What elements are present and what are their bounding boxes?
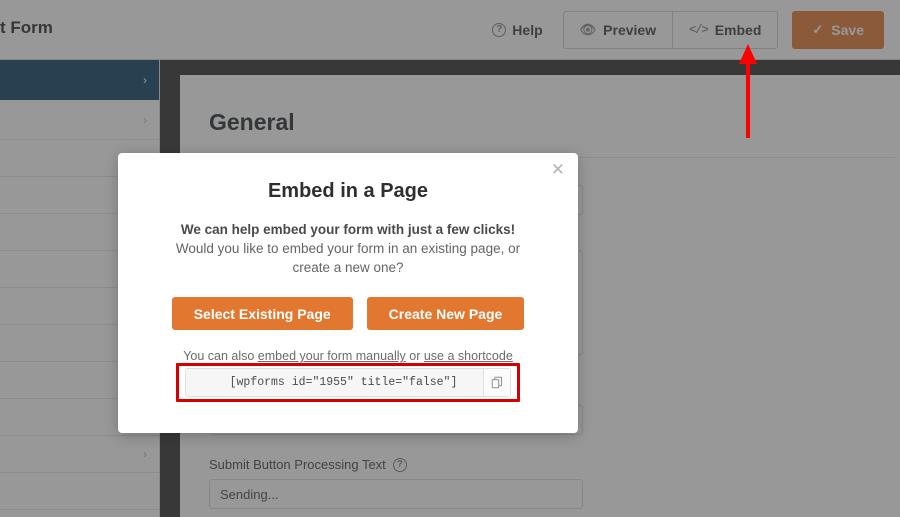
dark-topbar xyxy=(180,60,900,75)
page-title: General xyxy=(209,109,295,135)
manual-embed-text: You can also embed your form manually or… xyxy=(118,349,578,363)
sidebar-item-11[interactable] xyxy=(0,473,159,510)
chevron-right-icon: › xyxy=(143,447,147,461)
shortcode-value: [wpforms id="1955" title="false"] xyxy=(229,376,458,389)
embed-button[interactable]: </> Embed xyxy=(672,12,777,48)
manual-embed-middle: or xyxy=(405,349,424,363)
use-shortcode-link[interactable]: use a shortcode xyxy=(424,349,513,363)
save-button[interactable]: ✓ Save xyxy=(792,11,884,49)
top-toolbar: ntact Form ? Help 👁 Preview </> Embed xyxy=(0,0,900,60)
select-existing-page-button[interactable]: Select Existing Page xyxy=(171,297,353,330)
modal-subtitle: We can help embed your form with just a … xyxy=(118,220,578,277)
manual-embed-prefix: You can also xyxy=(183,349,258,363)
copy-icon[interactable] xyxy=(483,369,510,396)
preview-embed-group: 👁 Preview </> Embed xyxy=(562,11,779,49)
chevron-right-icon: › xyxy=(143,72,147,87)
create-new-page-button[interactable]: Create New Page xyxy=(366,297,525,330)
submit-processing-text-input[interactable]: Sending... xyxy=(209,479,583,509)
app-root: ntact Form ? Help 👁 Preview </> Embed xyxy=(0,0,900,517)
shortcode-field[interactable]: [wpforms id="1955" title="false"] xyxy=(185,368,511,397)
eye-icon: 👁 xyxy=(579,22,597,37)
help-button-label: Help xyxy=(512,22,543,38)
question-circle-icon[interactable]: ? xyxy=(392,457,407,472)
help-button[interactable]: ? Help xyxy=(492,22,543,38)
sidebar-item-10[interactable]: › xyxy=(0,436,159,473)
embed-button-label: Embed xyxy=(714,22,762,38)
question-circle-icon: ? xyxy=(492,23,507,37)
embed-in-page-modal: ✕ Embed in a Page We can help embed your… xyxy=(118,153,578,433)
modal-action-buttons: Select Existing Page Create New Page xyxy=(118,297,578,330)
form-title: ntact Form xyxy=(0,18,53,37)
modal-subtitle-line1: We can help embed your form with just a … xyxy=(180,222,516,237)
check-icon: ✓ xyxy=(812,22,824,37)
chevron-right-icon: › xyxy=(143,112,147,127)
preview-button-label: Preview xyxy=(603,22,657,38)
code-brackets-icon: </> xyxy=(689,23,709,37)
save-button-label: Save xyxy=(831,22,864,38)
toolbar-actions: ? Help 👁 Preview </> Embed ✓ Save xyxy=(492,11,884,49)
modal-title: Embed in a Page xyxy=(267,180,429,202)
submit-processing-text-label: Submit Button Processing Text xyxy=(209,457,386,472)
submit-processing-text-label-row: Submit Button Processing Text ? xyxy=(209,457,583,472)
submit-processing-text-field: Submit Button Processing Text ? Sending.… xyxy=(209,457,583,509)
preview-button[interactable]: 👁 Preview xyxy=(564,12,672,48)
sidebar-item-1[interactable]: › xyxy=(0,100,159,140)
close-icon[interactable]: ✕ xyxy=(551,161,565,178)
sidebar-item-0[interactable]: › xyxy=(0,60,159,100)
modal-subtitle-line3: create a new one? xyxy=(292,260,404,275)
shortcode-highlight-box: [wpforms id="1955" title="false"] xyxy=(176,363,520,402)
embed-manually-link[interactable]: embed your form manually xyxy=(258,349,406,363)
copy-icon-svg xyxy=(491,376,502,389)
modal-subtitle-line2: Would you like to embed your form in an … xyxy=(175,241,521,256)
